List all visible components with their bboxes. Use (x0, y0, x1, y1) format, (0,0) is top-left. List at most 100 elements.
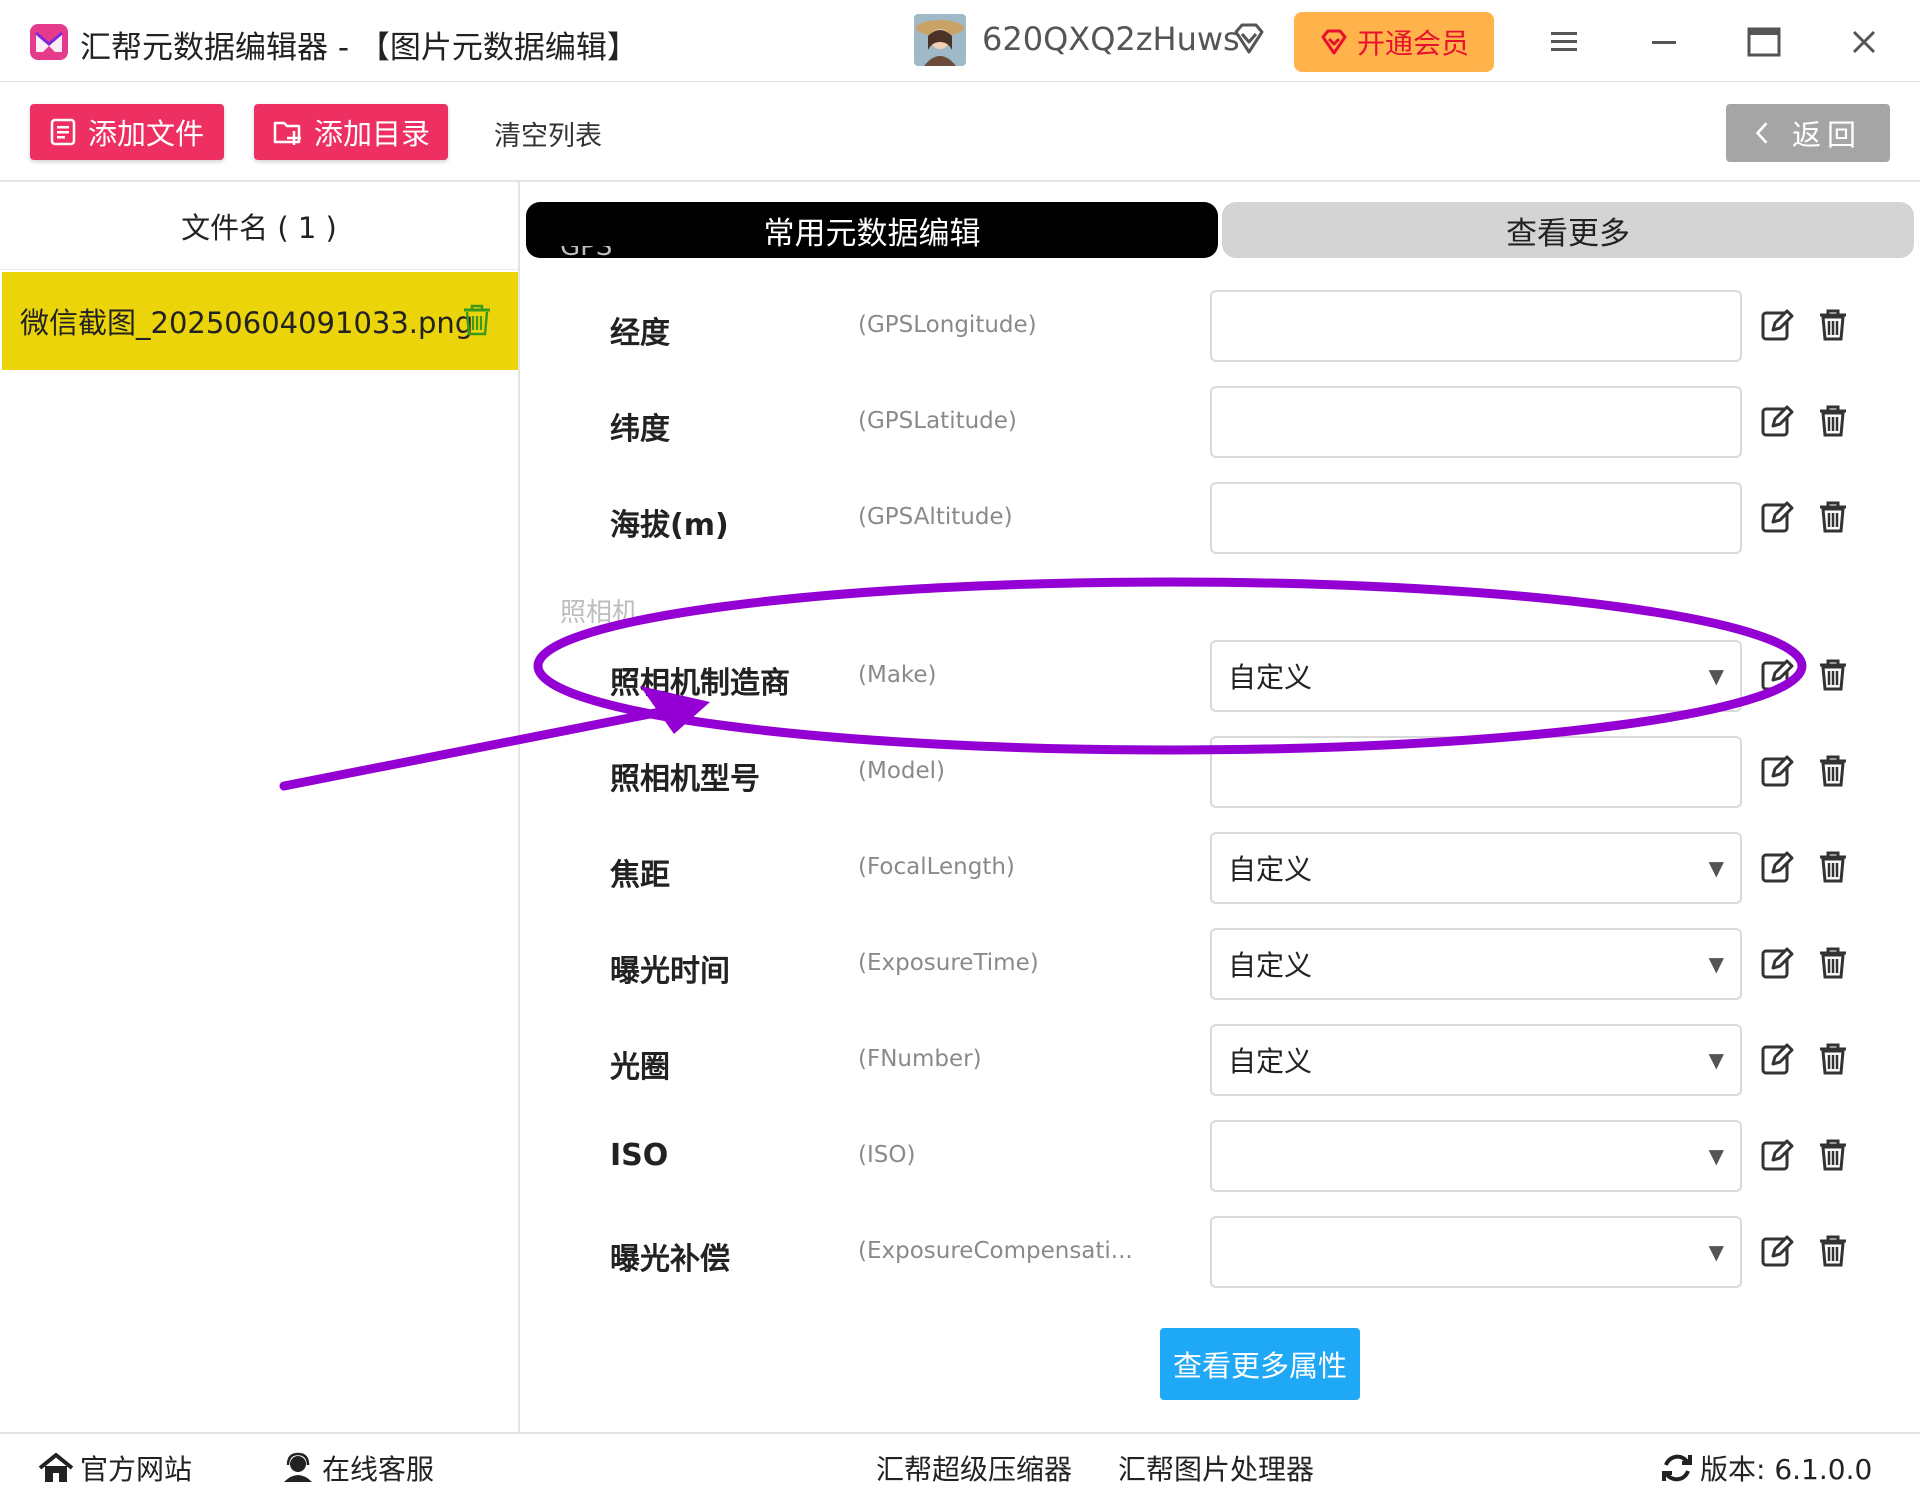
delete-icon[interactable] (1816, 404, 1850, 438)
add-directory-button[interactable]: 添加目录 (254, 104, 448, 160)
field-label-focal-length: 焦距 (610, 858, 670, 893)
field-tag-exposure-time: (ExposureTime) (858, 950, 1039, 976)
avatar[interactable] (914, 14, 966, 66)
tab-view-more[interactable]: 查看更多 (1222, 202, 1914, 258)
diamond-icon[interactable] (1230, 20, 1268, 58)
view-more-attributes-button[interactable]: 查看更多属性 (1160, 1328, 1360, 1400)
latitude-input[interactable] (1210, 386, 1742, 458)
delete-icon[interactable] (1816, 308, 1850, 342)
add-directory-label: 添加目录 (314, 117, 431, 151)
field-label-exposure-compensation: 曝光补偿 (610, 1242, 730, 1277)
field-label-longitude: 经度 (610, 316, 670, 351)
field-tag-focal-length: (FocalLength) (858, 854, 1015, 880)
field-tag-fnumber: (FNumber) (858, 1046, 982, 1072)
version-label: 版本: 6.1.0.0 (1700, 1453, 1873, 1486)
add-file-button[interactable]: 添加文件 (30, 104, 224, 160)
delete-icon[interactable] (1816, 1042, 1850, 1076)
edit-icon[interactable] (1760, 404, 1794, 438)
app-logo-icon (30, 24, 68, 60)
dropdown-arrow-icon: ▼ (1708, 1144, 1724, 1168)
delete-icon[interactable] (1816, 1138, 1850, 1172)
file-list-panel: 文件名 ( 1 ) 微信截图_20250604091033.png (0, 182, 520, 1432)
exposure-time-value: 自定义 (1228, 949, 1313, 982)
status-bar: 官方网站 在线客服 汇帮超级压缩器 汇帮图片处理器 版本: 6.1.0.0 (0, 1432, 1920, 1500)
toolbar: 添加文件 添加目录 清空列表 返回 (0, 82, 1920, 182)
minimize-button[interactable] (1640, 20, 1688, 64)
chevron-left-icon (1755, 122, 1768, 144)
field-label-altitude: 海拔(m) (610, 508, 729, 543)
delete-icon[interactable] (1816, 658, 1850, 692)
maximize-icon (1747, 27, 1781, 57)
iso-select[interactable]: ▼ (1210, 1120, 1742, 1192)
field-label-iso: ISO (610, 1138, 669, 1173)
field-label-exposure-time: 曝光时间 (610, 954, 730, 989)
version-info: 版本: 6.1.0.0 (1660, 1448, 1872, 1488)
app-title: 汇帮元数据编辑器 - 【图片元数据编辑】 (80, 30, 638, 66)
focal-length-value: 自定义 (1228, 853, 1313, 886)
delete-icon[interactable] (1816, 850, 1850, 884)
field-tag-latitude: (GPSLatitude) (858, 408, 1017, 434)
username: 620QXQ2zHuws (982, 20, 1240, 58)
menu-button[interactable] (1540, 20, 1588, 64)
delete-icon[interactable] (1816, 946, 1850, 980)
edit-icon[interactable] (1760, 1234, 1794, 1268)
clear-list-button[interactable]: 清空列表 (494, 114, 602, 153)
tab-common-metadata[interactable]: 常用元数据编辑 (526, 202, 1218, 258)
support-agent-icon (284, 1452, 312, 1482)
official-website-label: 官方网站 (80, 1453, 193, 1486)
official-website-link[interactable]: 官方网站 (38, 1448, 192, 1488)
delete-icon[interactable] (1816, 1234, 1850, 1268)
edit-icon[interactable] (1760, 850, 1794, 884)
title-bar: 汇帮元数据编辑器 - 【图片元数据编辑】 620QXQ2zHuws 开通会员 (0, 0, 1920, 82)
altitude-input[interactable] (1210, 482, 1742, 554)
field-label-latitude: 纬度 (610, 412, 670, 447)
focal-length-select[interactable]: 自定义 ▼ (1210, 832, 1742, 904)
edit-icon[interactable] (1760, 1042, 1794, 1076)
fnumber-value: 自定义 (1228, 1045, 1313, 1078)
edit-icon[interactable] (1760, 946, 1794, 980)
refresh-icon (1662, 1454, 1692, 1482)
maximize-button[interactable] (1740, 20, 1788, 64)
vip-button[interactable]: 开通会员 (1294, 12, 1494, 72)
exposure-compensation-select[interactable]: ▼ (1210, 1216, 1742, 1288)
fnumber-select[interactable]: 自定义 ▼ (1210, 1024, 1742, 1096)
delete-icon[interactable] (1816, 754, 1850, 788)
dropdown-arrow-icon: ▼ (1708, 1240, 1724, 1264)
back-button[interactable]: 返回 (1726, 104, 1890, 162)
file-list-item[interactable]: 微信截图_20250604091033.png (2, 272, 518, 370)
field-tag-make: (Make) (858, 662, 937, 688)
trash-icon[interactable] (460, 302, 494, 338)
field-tag-exposure-compensation: (ExposureCompensati... (858, 1238, 1133, 1264)
edit-icon[interactable] (1760, 754, 1794, 788)
edit-icon[interactable] (1760, 1138, 1794, 1172)
edit-icon[interactable] (1760, 658, 1794, 692)
home-icon (38, 1453, 74, 1482)
delete-icon[interactable] (1816, 500, 1850, 534)
longitude-input[interactable] (1210, 290, 1742, 362)
image-processor-link[interactable]: 汇帮图片处理器 (1118, 1448, 1314, 1488)
vip-diamond-icon (1321, 29, 1347, 55)
close-button[interactable] (1840, 20, 1888, 64)
dropdown-arrow-icon: ▼ (1708, 856, 1724, 880)
compressor-link[interactable]: 汇帮超级压缩器 (876, 1448, 1072, 1488)
file-name: 微信截图_20250604091033.png (20, 306, 474, 340)
dropdown-arrow-icon: ▼ (1708, 664, 1724, 688)
close-icon (1852, 30, 1876, 54)
field-label-make: 照相机制造商 (610, 666, 790, 701)
field-label-fnumber: 光圈 (610, 1050, 670, 1085)
edit-icon[interactable] (1760, 308, 1794, 342)
online-support-link[interactable]: 在线客服 (280, 1448, 434, 1488)
model-input[interactable] (1210, 736, 1742, 808)
vip-label: 开通会员 (1356, 27, 1469, 60)
field-tag-longitude: (GPSLongitude) (858, 312, 1037, 338)
field-label-model: 照相机型号 (610, 762, 760, 797)
minimize-icon (1652, 41, 1676, 44)
hamburger-icon (1551, 32, 1577, 51)
section-label-gps-text: GPS (560, 246, 613, 262)
make-select[interactable]: 自定义 ▼ (1210, 640, 1742, 712)
edit-icon[interactable] (1760, 500, 1794, 534)
make-value: 自定义 (1228, 661, 1313, 694)
file-list-icon (50, 118, 76, 146)
field-tag-model: (Model) (858, 758, 946, 784)
exposure-time-select[interactable]: 自定义 ▼ (1210, 928, 1742, 1000)
